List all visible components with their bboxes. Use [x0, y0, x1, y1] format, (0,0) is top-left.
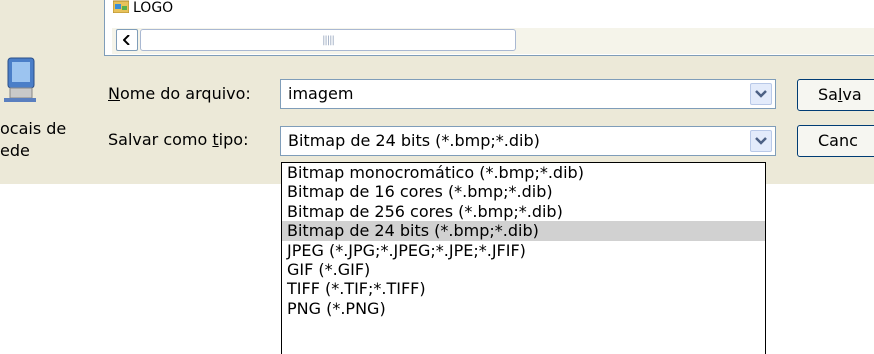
places-network-label: ocais de ede	[0, 119, 67, 160]
chevron-down-icon	[755, 90, 767, 98]
network-computer-icon	[2, 52, 36, 104]
dropdown-option[interactable]: TIFF (*.TIF;*.TIFF)	[282, 279, 765, 298]
filetype-dropdown-list[interactable]: Bitmap monocromático (*.bmp;*.dib) Bitma…	[281, 162, 766, 354]
filetype-value: Bitmap de 24 bits (*.bmp;*.dib)	[288, 131, 540, 150]
filetype-select[interactable]: Bitmap de 24 bits (*.bmp;*.dib)	[280, 126, 776, 156]
dropdown-option[interactable]: Bitmap de 256 cores (*.bmp;*.dib)	[282, 202, 765, 221]
dropdown-option[interactable]: JPEG (*.JPG;*.JPEG;*.JPE;*.JFIF)	[282, 241, 765, 260]
save-button[interactable]: Salva	[797, 79, 874, 111]
scroll-left-button[interactable]	[116, 29, 138, 51]
places-network[interactable]: ocais de ede	[0, 48, 92, 168]
chevron-down-icon	[755, 137, 767, 145]
dropdown-option[interactable]: Bitmap de 24 bits (*.bmp;*.dib)	[282, 221, 765, 241]
filetype-label: Salvar como tipo:	[108, 130, 249, 149]
filename-value: imagem	[288, 84, 354, 103]
folder-icon	[112, 0, 130, 17]
horizontal-scrollbar[interactable]: |||||	[112, 28, 874, 54]
file-entry-logo[interactable]: LOGO	[112, 0, 174, 17]
filename-input[interactable]: imagem	[280, 79, 776, 109]
filename-dropdown-button[interactable]	[750, 83, 772, 105]
dropdown-option[interactable]: GIF (*.GIF)	[282, 260, 765, 279]
file-entry-label: LOGO	[133, 0, 174, 16]
dropdown-option[interactable]: PNG (*.PNG)	[282, 299, 765, 318]
filetype-dropdown-button[interactable]	[750, 130, 772, 152]
dropdown-option[interactable]: Bitmap monocromático (*.bmp;*.dib)	[282, 163, 765, 182]
scroll-thumb[interactable]: |||||	[140, 29, 516, 51]
dropdown-option[interactable]: Bitmap de 16 cores (*.bmp;*.dib)	[282, 182, 765, 201]
arrow-left-icon	[123, 35, 130, 45]
filename-label: Nome do arquivo:	[108, 84, 251, 103]
save-dialog: LOGO ||||| ocais de ede Nome do arquivo:…	[0, 0, 874, 184]
cancel-button[interactable]: Canc	[797, 125, 874, 157]
